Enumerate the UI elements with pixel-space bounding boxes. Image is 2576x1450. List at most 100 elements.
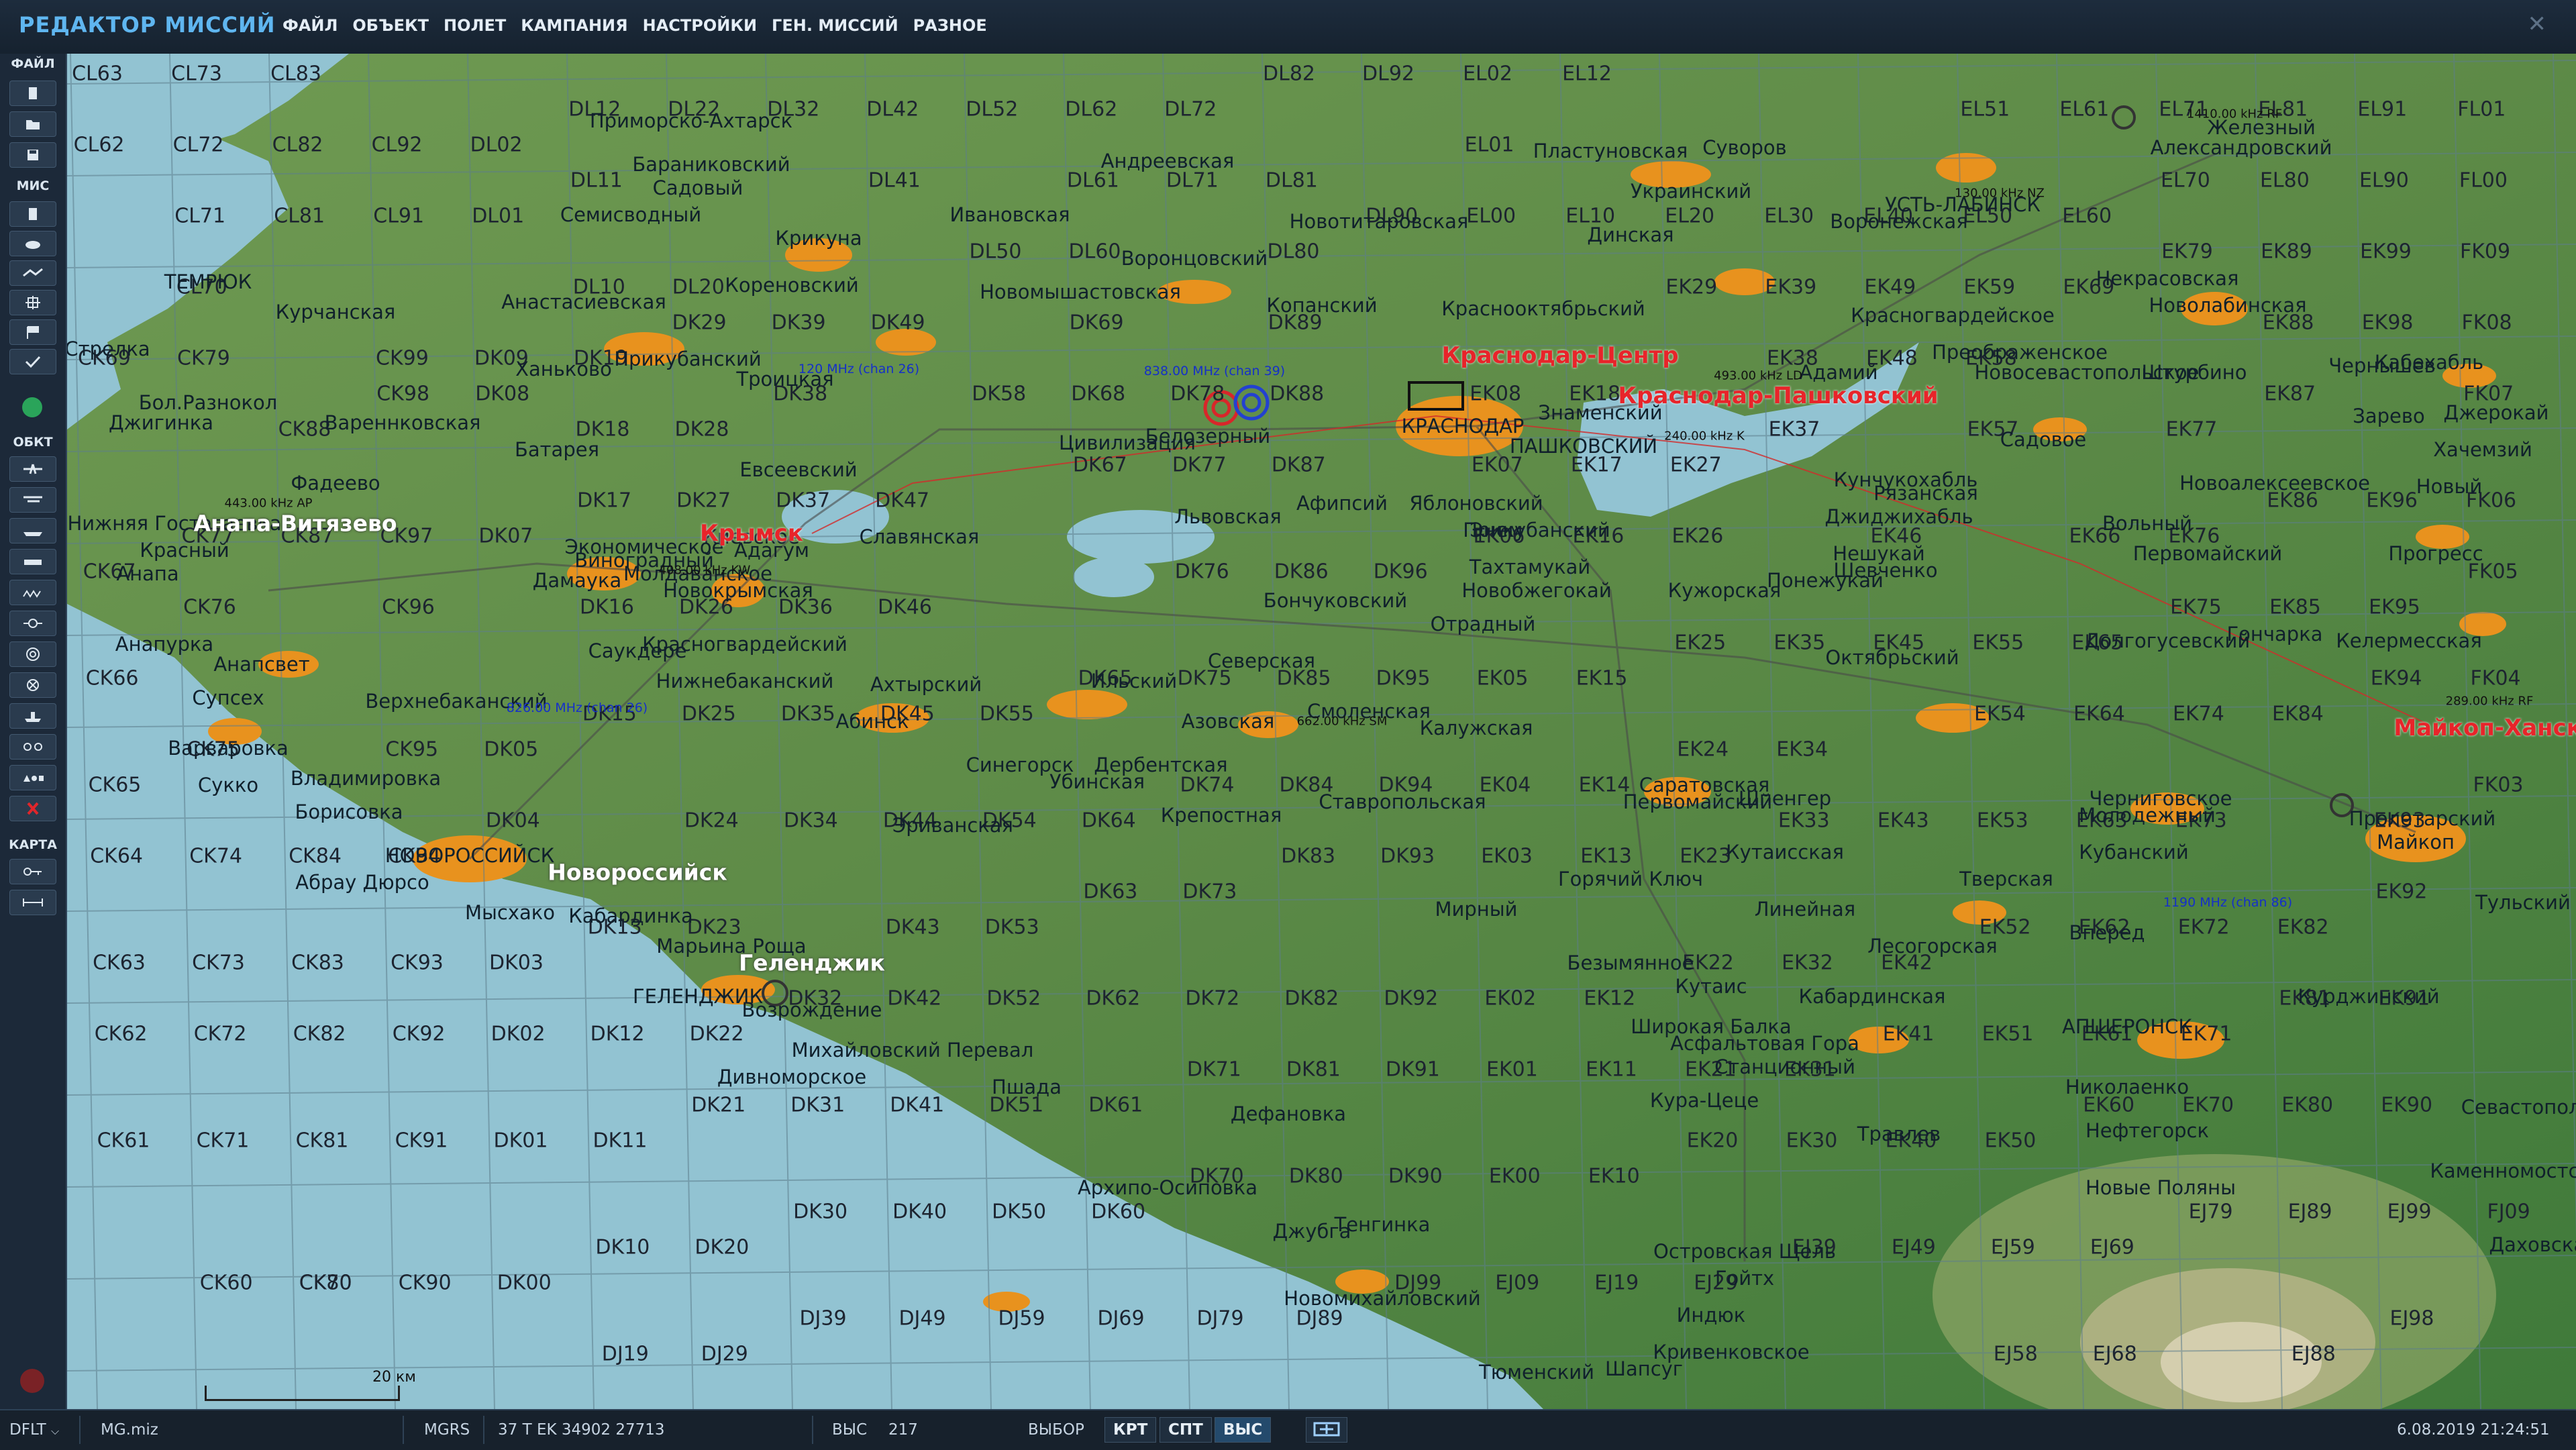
add-vehicle-button[interactable] [9, 549, 56, 574]
grid-square-label: EJ19 [1594, 1271, 1639, 1295]
satellite-mode-button[interactable]: СПТ [1160, 1417, 1212, 1443]
weather-button[interactable] [9, 231, 56, 256]
grid-square-label: EK89 [2261, 240, 2312, 264]
town-label: Абрау Дюрсо [295, 871, 429, 894]
grid-square-label: EK26 [1671, 524, 1724, 548]
add-zone-button[interactable] [9, 641, 56, 667]
town-label: Кабардинская [1798, 985, 1946, 1008]
town-label: Азовская [1181, 710, 1275, 733]
section-file-label: ФАЙЛ [11, 56, 55, 71]
grid-square-label: DK83 [1281, 844, 1336, 868]
grid-square-label: DK10 [595, 1235, 650, 1259]
town-label: Преображенское [1932, 341, 2108, 364]
grid-square-label: CL63 [72, 62, 123, 86]
menu-misc[interactable]: РАЗНОЕ [906, 16, 994, 35]
map-view[interactable]: CL63 CL73 CL83 DL22 DL32 DL42 DL52 DL62 DL72 DL82… [67, 54, 2576, 1409]
delete-button[interactable] [9, 796, 56, 821]
airbase-label[interactable]: Краснодар-Центр [1441, 342, 1678, 369]
town-label: Эриванская [892, 814, 1014, 837]
map-mode-button[interactable]: КРТ [1104, 1417, 1157, 1443]
add-ship-button[interactable] [9, 518, 56, 543]
add-plane-button[interactable] [9, 456, 56, 482]
green-status-icon[interactable] [22, 397, 42, 417]
grid-square-label: EK99 [2360, 240, 2412, 264]
town-label: Абинск [835, 710, 909, 733]
town-label: Шапсуг [1604, 1357, 1684, 1380]
grid-square-label: DL41 [868, 168, 921, 193]
menu-settings[interactable]: НАСТРОЙКИ [635, 16, 764, 35]
town-label: Рязанская [1873, 482, 1978, 505]
map-layers-button[interactable] [1306, 1417, 1347, 1443]
new-file-button[interactable] [9, 81, 56, 106]
profile-dropdown[interactable]: DFLT ⌵ [9, 1421, 59, 1439]
grid-square-label: EK20 [1686, 1129, 1739, 1153]
ship-icon [23, 532, 42, 536]
town-label: Новолабинская [2149, 294, 2307, 317]
check-button[interactable] [9, 349, 56, 374]
grid-square-label: EK55 [1972, 631, 2024, 655]
grid-square-label: EK02 [1484, 986, 1537, 1011]
add-helicopter-button[interactable] [9, 487, 56, 513]
save-icon [28, 150, 38, 160]
grid-square-label: EL60 [2062, 204, 2112, 228]
close-icon[interactable]: ✕ [2528, 11, 2547, 38]
beacon-frequency-label: 289.00 kHz RF [2445, 694, 2534, 709]
town-label: Семисводный [560, 203, 702, 226]
route-button[interactable] [9, 260, 56, 286]
airbase-label[interactable]: Крымск [700, 520, 803, 547]
town-label: Кутаис [1675, 975, 1747, 998]
town-label: Отрадный [1430, 613, 1536, 635]
grid-square-label: EK01 [1486, 1057, 1538, 1082]
grid-square-label: EL51 [1960, 97, 2010, 121]
airbase-label[interactable]: Краснодар-Пашковский [1618, 382, 1938, 409]
menu-flight[interactable]: ПОЛЕТ [436, 16, 513, 35]
altitude-mode-button[interactable]: ВЫС [1215, 1417, 1272, 1443]
grid-square-label: EK72 [2177, 915, 2230, 939]
airbase-label[interactable]: Майкоп-Ханская [2393, 715, 2576, 741]
save-file-button[interactable] [9, 142, 56, 168]
town-label: Кужорская [1667, 579, 1782, 602]
delete-icon [27, 802, 39, 815]
grid-square-label: DK25 [681, 702, 736, 726]
menu-campaign[interactable]: КАМПАНИЯ [513, 16, 635, 35]
add-static-button[interactable] [9, 611, 56, 636]
menu-object[interactable]: ОБЪЕКТ [345, 16, 436, 35]
add-trigger-button[interactable] [9, 672, 56, 698]
briefing-button[interactable] [9, 201, 56, 227]
add-template-button[interactable] [9, 703, 56, 729]
grid-square-label: DK74 [1180, 773, 1235, 797]
flag-button[interactable] [9, 319, 56, 345]
grid-square-label: DK20 [694, 1235, 750, 1259]
grid-square-label: FL00 [2459, 168, 2508, 193]
grid-square-label: EL61 [2059, 97, 2110, 121]
grid-square-label: DL11 [570, 168, 623, 193]
radio-frequency-label: 826.00 MHz (chan 26) [506, 701, 648, 715]
target-button[interactable] [9, 290, 56, 315]
map-tool-button[interactable] [9, 859, 56, 884]
add-farp-button[interactable] [9, 734, 56, 760]
grid-square-label: EK30 [1786, 1129, 1838, 1153]
open-file-button[interactable] [9, 111, 56, 137]
warning-icon[interactable] [20, 1369, 44, 1393]
town-label: ПАШКОВСКИЙ [1509, 435, 1658, 458]
grid-square-label: DK07 [478, 524, 533, 548]
grid-square-label: CL92 [371, 133, 423, 157]
grid-square-label: EK24 [1677, 737, 1729, 762]
add-group-button[interactable] [9, 580, 56, 605]
coord-system-label[interactable]: MGRS [424, 1421, 470, 1439]
grid-square-label: EK80 [2281, 1093, 2334, 1117]
grid-square-label: EJ79 [2188, 1200, 2233, 1224]
menu-file[interactable]: ФАЙЛ [275, 16, 345, 35]
add-shape-button[interactable] [9, 765, 56, 790]
menu-mission-gen[interactable]: ГЕН. МИССИЙ [764, 16, 906, 35]
grid-square-label: DK73 [1182, 880, 1237, 904]
town-label: Дивноморское [717, 1066, 867, 1088]
ruler-button[interactable] [9, 890, 56, 915]
plane-icon [23, 464, 42, 474]
grid-square-label: EK41 [1882, 1022, 1935, 1046]
town-label: Кабардинка [568, 904, 693, 927]
town-label: Гончарка [2226, 623, 2323, 645]
town-label: Украинский [1630, 180, 1752, 203]
grid-square-label: EK51 [1981, 1022, 2034, 1046]
grid-square-label: CL73 [171, 62, 222, 86]
